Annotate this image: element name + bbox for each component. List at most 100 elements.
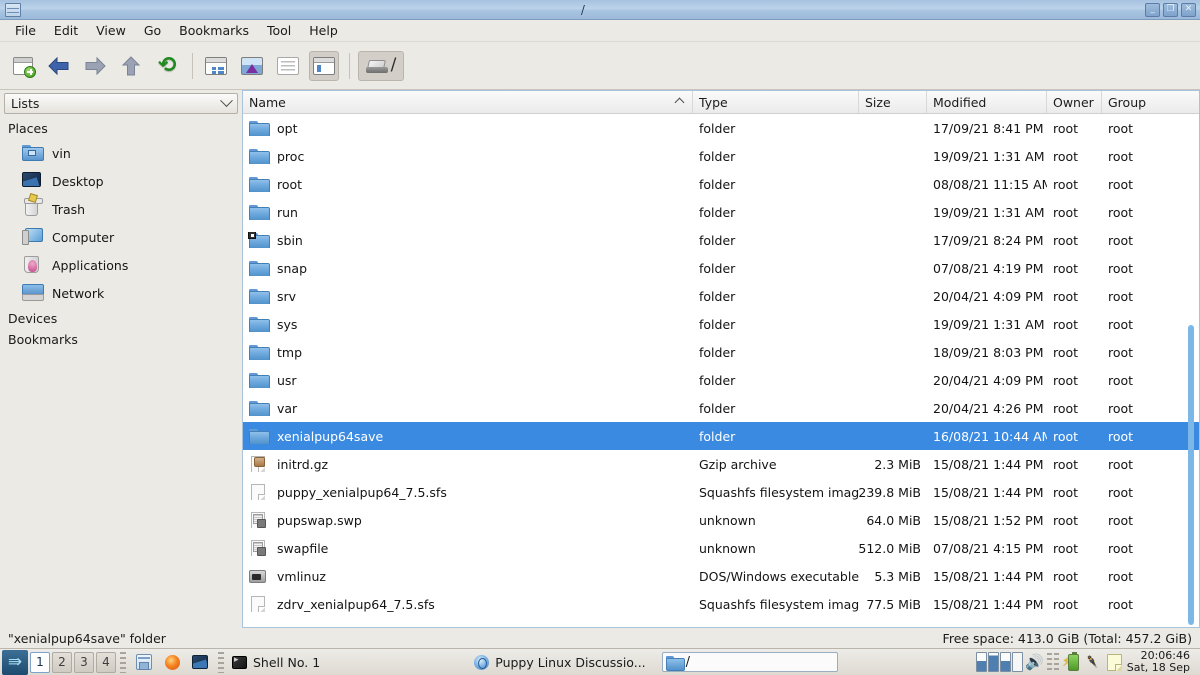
cell-modified: 07/08/21 4:19 PM: [933, 260, 1044, 276]
disk-path-button[interactable]: /: [358, 50, 404, 81]
tray-grip[interactable]: [1046, 653, 1052, 671]
menu-go[interactable]: Go: [135, 21, 170, 40]
sidebar-item-applications[interactable]: Applications: [0, 251, 242, 279]
column-header-owner[interactable]: Owner: [1047, 91, 1102, 113]
cell-modified: 17/09/21 8:24 PM: [933, 232, 1044, 248]
column-header-modified[interactable]: Modified: [927, 91, 1047, 113]
new-window-button[interactable]: [8, 51, 38, 81]
new-window-icon: [13, 56, 36, 78]
table-row[interactable]: sys folder 19/09/21 1:31 AM root root: [243, 310, 1199, 338]
cell-owner: root: [1053, 540, 1079, 556]
table-row[interactable]: vmlinuz DOS/Windows executable 5.3 MiB 15/0…: [243, 562, 1199, 590]
mic-button[interactable]: 🕴: [1082, 651, 1104, 673]
sidebar-item-vin[interactable]: vin: [0, 139, 242, 167]
taskbar-grip[interactable]: [120, 651, 126, 673]
view-icons-button[interactable]: [201, 51, 231, 81]
cell-type: folder: [699, 400, 736, 416]
table-row[interactable]: var folder 20/04/21 4:26 PM root root: [243, 394, 1199, 422]
start-menu-button[interactable]: ⇛: [2, 649, 28, 675]
tray-grip-2[interactable]: [1053, 653, 1059, 671]
sidebar-section-devices[interactable]: Devices: [0, 307, 242, 328]
table-row[interactable]: root folder 08/08/21 11:15 AM root root: [243, 170, 1199, 198]
window-controls: _ ❐ ✕: [1145, 2, 1196, 17]
table-row[interactable]: zdrv_xenialpup64_7.5.sfs Squashfs filesys…: [243, 590, 1199, 618]
menu-view[interactable]: View: [87, 21, 135, 40]
menu-file[interactable]: File: [6, 21, 45, 40]
view-thumbnails-button[interactable]: [237, 51, 267, 81]
column-header-size[interactable]: Size: [859, 91, 927, 113]
notes-button[interactable]: [1105, 652, 1125, 672]
table-row[interactable]: snap folder 07/08/21 4:19 PM root root: [243, 254, 1199, 282]
clock[interactable]: 20:06:46 Sat, 18 Sep: [1127, 650, 1194, 674]
menu-tool[interactable]: Tool: [258, 21, 300, 40]
view-details-button[interactable]: [309, 50, 339, 81]
menu-bar: File Edit View Go Bookmarks Tool Help: [0, 20, 1200, 42]
folder-icon: [249, 288, 270, 304]
desktop-button-1[interactable]: 1: [30, 651, 50, 673]
scrollbar-thumb[interactable]: [1188, 325, 1194, 625]
sidebar-section-bookmarks[interactable]: Bookmarks: [0, 328, 242, 349]
column-header-size-label: Size: [865, 94, 891, 110]
drive-meter-icon: [975, 652, 987, 672]
puppy-menu-icon: ⇛: [7, 651, 23, 672]
desktop-button-3[interactable]: 3: [74, 651, 94, 673]
table-row[interactable]: tmp folder 18/09/21 8:03 PM root root: [243, 338, 1199, 366]
sidebar-item-desktop[interactable]: Desktop: [0, 167, 242, 195]
table-row[interactable]: pupswap.swp unknown 64.0 MiB 15/08/21 1:52 …: [243, 506, 1199, 534]
forward-button[interactable]: [80, 51, 110, 81]
back-button[interactable]: [44, 51, 74, 81]
cell-owner: root: [1053, 400, 1079, 416]
file-name: snap: [277, 260, 308, 276]
menu-help[interactable]: Help: [300, 21, 347, 40]
status-free-space: Free space: 413.0 GiB (Total: 457.2 GiB): [942, 630, 1192, 646]
cell-modified: 15/08/21 1:52 PM: [933, 512, 1044, 528]
close-button[interactable]: ✕: [1181, 2, 1196, 17]
applications-icon: [22, 256, 42, 274]
column-header-type[interactable]: Type: [693, 91, 859, 113]
table-row[interactable]: proc folder 19/09/21 1:31 AM root root: [243, 142, 1199, 170]
reload-button[interactable]: ⟳: [152, 51, 182, 81]
desktop-launcher[interactable]: [188, 651, 212, 673]
sidebar-item-computer[interactable]: Computer: [0, 223, 242, 251]
browser-icon: [474, 654, 490, 670]
table-row[interactable]: sbin folder 17/09/21 8:24 PM root root: [243, 226, 1199, 254]
table-row[interactable]: srv folder 20/04/21 4:09 PM root root: [243, 282, 1199, 310]
cell-owner: root: [1053, 120, 1079, 136]
minimize-button[interactable]: _: [1145, 2, 1160, 17]
document-icon: [249, 596, 268, 612]
table-row[interactable]: swapfile unknown 512.0 MiB 07/08/21 4:15 PM…: [243, 534, 1199, 562]
taskbar-path-input[interactable]: /: [661, 652, 838, 672]
menu-bookmarks[interactable]: Bookmarks: [170, 21, 258, 40]
firefox-launcher[interactable]: [160, 651, 184, 673]
task-browser[interactable]: Puppy Linux Discussio...: [470, 651, 653, 673]
battery-button[interactable]: ⚡: [1061, 651, 1081, 672]
table-row[interactable]: initrd.gz Gzip archive 2.3 MiB 15/08/21 1:4…: [243, 450, 1199, 478]
volume-button[interactable]: 🔊: [1025, 652, 1045, 672]
desktop-button-2[interactable]: 2: [52, 651, 72, 673]
drive-meters[interactable]: [975, 652, 1023, 672]
maximize-button[interactable]: ❐: [1163, 2, 1178, 17]
file-manager-launcher[interactable]: [132, 651, 156, 673]
view-list-button[interactable]: [273, 51, 303, 81]
table-row[interactable]: opt folder 17/09/21 8:41 PM root root: [243, 114, 1199, 142]
task-shell[interactable]: Shell No. 1: [228, 651, 328, 673]
menu-edit[interactable]: Edit: [45, 21, 87, 40]
table-row[interactable]: usr folder 20/04/21 4:09 PM root root: [243, 366, 1199, 394]
table-row[interactable]: puppy_xenialpup64_7.5.sfs Squashfs filesy…: [243, 478, 1199, 506]
column-header-group[interactable]: Group: [1102, 91, 1172, 113]
cell-type: Gzip archive: [699, 456, 777, 472]
desktop-button-4[interactable]: 4: [96, 651, 116, 673]
cell-group: root: [1108, 344, 1134, 360]
cell-group: root: [1108, 204, 1134, 220]
sidebar-item-trash[interactable]: Trash: [0, 195, 242, 223]
sidebar-item-network[interactable]: Network: [0, 279, 242, 307]
column-header-name[interactable]: Name: [243, 91, 693, 113]
taskbar-grip-2[interactable]: [218, 651, 224, 673]
up-button[interactable]: [116, 51, 146, 81]
lists-dropdown[interactable]: Lists: [4, 93, 238, 114]
vertical-scrollbar[interactable]: [1185, 115, 1197, 625]
cell-group: root: [1108, 176, 1134, 192]
table-row[interactable]: run folder 19/09/21 1:31 AM root root: [243, 198, 1199, 226]
table-row[interactable]: xenialpup64save folder 16/08/21 10:44 AM ro…: [243, 422, 1199, 450]
cell-modified: 16/08/21 10:44 AM: [933, 428, 1047, 444]
